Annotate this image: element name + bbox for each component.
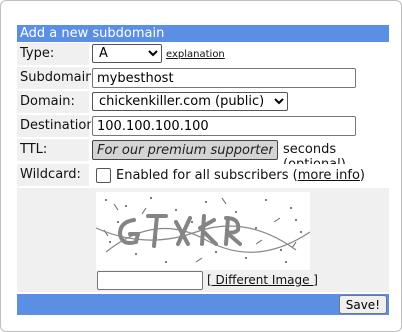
ttl-input[interactable] xyxy=(92,140,278,160)
captcha-area: [ Different Image ] xyxy=(17,188,389,292)
wildcard-row: Enabled for all subscribers (more info) xyxy=(91,164,389,186)
wildcard-text-wrap: Enabled for all subscribers (more info) xyxy=(116,168,365,183)
destination-row xyxy=(91,115,389,137)
ttl-label: TTL: xyxy=(17,139,89,161)
more-info-link[interactable]: more info xyxy=(298,168,360,183)
type-row: A explanation xyxy=(91,43,389,65)
domain-row: chickenkiller.com (public) xyxy=(91,91,389,113)
destination-input[interactable] xyxy=(92,116,356,136)
subdomain-row xyxy=(91,67,389,89)
explanation-link[interactable]: explanation xyxy=(166,49,225,60)
captcha-input[interactable] xyxy=(97,271,203,290)
save-button[interactable]: Save! xyxy=(338,295,387,314)
ttl-row: seconds (optional) xyxy=(91,139,389,172)
form-header: Add a new subdomain xyxy=(17,25,389,42)
subdomain-input[interactable] xyxy=(92,68,356,88)
subdomain-label: Subdomain: xyxy=(17,67,98,89)
type-label: Type: xyxy=(17,43,89,65)
destination-label: Destination: xyxy=(17,115,99,137)
captcha-graphic xyxy=(95,197,311,263)
wildcard-label: Wildcard: xyxy=(17,164,89,186)
form-panel: Add a new subdomain Type: A explanation … xyxy=(0,0,402,332)
wildcard-text: Enabled for all subscribers ( xyxy=(116,168,298,183)
wildcard-close: ) xyxy=(359,168,365,183)
different-image-link[interactable]: [ Different Image ] xyxy=(207,273,318,287)
type-select[interactable]: A xyxy=(92,44,162,63)
domain-select[interactable]: chickenkiller.com (public) xyxy=(92,92,288,111)
domain-label: Domain: xyxy=(17,91,89,113)
wildcard-checkbox[interactable] xyxy=(96,168,111,183)
captcha-image xyxy=(95,192,311,270)
form-footer: Save! xyxy=(17,294,389,315)
